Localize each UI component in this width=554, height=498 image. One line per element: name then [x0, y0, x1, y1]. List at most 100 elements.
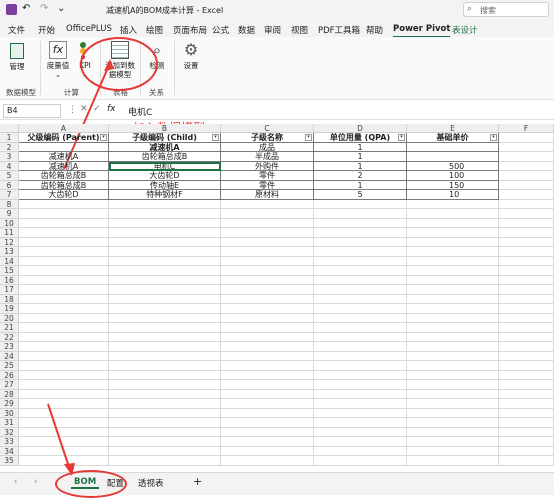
cell-f7[interactable] [499, 190, 554, 200]
cell-d7[interactable]: 5 [314, 190, 407, 200]
row-header-4[interactable]: 4 [0, 161, 19, 171]
cell-f16[interactable] [499, 275, 554, 285]
cell-d24[interactable] [314, 351, 407, 361]
row-header-32[interactable]: 32 [0, 427, 19, 437]
settings-button[interactable]: ⚙ 设置 [180, 41, 202, 71]
cell-c14[interactable] [221, 256, 314, 266]
cell-a1[interactable]: 父级编码 (Parent) ▾ [19, 133, 109, 143]
cell-b31[interactable] [109, 418, 221, 428]
cell-f23[interactable] [499, 342, 554, 352]
cell-a18[interactable] [19, 294, 109, 304]
tab-page-layout[interactable]: 页面布局 [173, 24, 207, 36]
cell-d3[interactable]: 1 [314, 152, 407, 162]
cell-c6[interactable]: 零件 [221, 180, 314, 190]
cell-c12[interactable] [221, 237, 314, 247]
cell-d28[interactable] [314, 389, 407, 399]
tab-formulas[interactable]: 公式 [212, 24, 229, 36]
cell-f35[interactable] [499, 456, 554, 466]
cell-e20[interactable] [407, 313, 499, 323]
cell-c1[interactable]: 子级名称 ▾ [221, 133, 314, 143]
cell-b3[interactable]: 齿轮箱总成B [109, 152, 221, 162]
cell-c17[interactable] [221, 285, 314, 295]
cell-f24[interactable] [499, 351, 554, 361]
cell-d6[interactable]: 1 [314, 180, 407, 190]
cell-d10[interactable] [314, 218, 407, 228]
cell-d21[interactable] [314, 323, 407, 333]
cell-e32[interactable] [407, 427, 499, 437]
cell-e25[interactable] [407, 361, 499, 371]
cell-d27[interactable] [314, 380, 407, 390]
cell-c23[interactable] [221, 342, 314, 352]
cell-d22[interactable] [314, 332, 407, 342]
cell-e1[interactable]: 基础单价 ▾ [407, 133, 499, 143]
filter-dropdown-icon[interactable]: ▾ [398, 134, 405, 141]
cell-e3[interactable] [407, 152, 499, 162]
cell-c21[interactable] [221, 323, 314, 333]
cell-f5[interactable] [499, 171, 554, 181]
cell-f17[interactable] [499, 285, 554, 295]
cell-b8[interactable] [109, 199, 221, 209]
cell-f15[interactable] [499, 266, 554, 276]
cell-b6[interactable]: 传动轴E [109, 180, 221, 190]
cell-d1[interactable]: 单位用量 (QPA) ▾ [314, 133, 407, 143]
row-header-34[interactable]: 34 [0, 446, 19, 456]
cell-e29[interactable] [407, 399, 499, 409]
cell-e19[interactable] [407, 304, 499, 314]
filter-dropdown-icon[interactable]: ▾ [100, 134, 107, 141]
cell-c8[interactable] [221, 199, 314, 209]
cell-e11[interactable] [407, 228, 499, 238]
cell-d34[interactable] [314, 446, 407, 456]
cell-d17[interactable] [314, 285, 407, 295]
row-header-35[interactable]: 35 [0, 456, 19, 466]
cell-a23[interactable] [19, 342, 109, 352]
search-box[interactable]: ⌕ 搜索 [463, 2, 549, 17]
row-header-23[interactable]: 23 [0, 342, 19, 352]
row-header-12[interactable]: 12 [0, 237, 19, 247]
column-header-b[interactable]: B [109, 124, 221, 133]
add-sheet-button[interactable]: + [193, 475, 202, 488]
cell-c33[interactable] [221, 437, 314, 447]
cell-d32[interactable] [314, 427, 407, 437]
cell-f11[interactable] [499, 228, 554, 238]
row-header-8[interactable]: 8 [0, 199, 19, 209]
cell-b19[interactable] [109, 304, 221, 314]
cell-d14[interactable] [314, 256, 407, 266]
customize-quick-access-icon[interactable]: ⌄ [57, 3, 65, 14]
cell-e22[interactable] [407, 332, 499, 342]
tab-file[interactable]: 文件 [8, 24, 25, 36]
cell-f4[interactable] [499, 161, 554, 171]
cell-e6[interactable]: 150 [407, 180, 499, 190]
cell-e7[interactable]: 10 [407, 190, 499, 200]
cell-b1[interactable]: 子级编码 (Child) ▾ [109, 133, 221, 143]
cell-c34[interactable] [221, 446, 314, 456]
cell-b27[interactable] [109, 380, 221, 390]
row-header-5[interactable]: 5 [0, 171, 19, 181]
row-header-18[interactable]: 18 [0, 294, 19, 304]
cell-b34[interactable] [109, 446, 221, 456]
cell-c13[interactable] [221, 247, 314, 257]
cell-b4[interactable]: 电机C [109, 161, 221, 171]
cell-b16[interactable] [109, 275, 221, 285]
cell-a24[interactable] [19, 351, 109, 361]
select-all-corner[interactable] [0, 124, 19, 133]
row-header-19[interactable]: 19 [0, 304, 19, 314]
sheet-nav-next[interactable]: › [34, 477, 37, 487]
cell-d19[interactable] [314, 304, 407, 314]
cell-a22[interactable] [19, 332, 109, 342]
cell-e27[interactable] [407, 380, 499, 390]
row-header-11[interactable]: 11 [0, 228, 19, 238]
cell-d8[interactable] [314, 199, 407, 209]
cell-a13[interactable] [19, 247, 109, 257]
row-header-3[interactable]: 3 [0, 152, 19, 162]
cell-d35[interactable] [314, 456, 407, 466]
cell-c7[interactable]: 原材料 [221, 190, 314, 200]
cell-e8[interactable] [407, 199, 499, 209]
cell-f19[interactable] [499, 304, 554, 314]
tab-home[interactable]: 开始 [38, 24, 55, 36]
cell-c27[interactable] [221, 380, 314, 390]
cell-a7[interactable]: 大齿轮D [19, 190, 109, 200]
tab-draw[interactable]: 绘图 [146, 24, 163, 36]
cell-e12[interactable] [407, 237, 499, 247]
cell-b12[interactable] [109, 237, 221, 247]
row-header-30[interactable]: 30 [0, 408, 19, 418]
